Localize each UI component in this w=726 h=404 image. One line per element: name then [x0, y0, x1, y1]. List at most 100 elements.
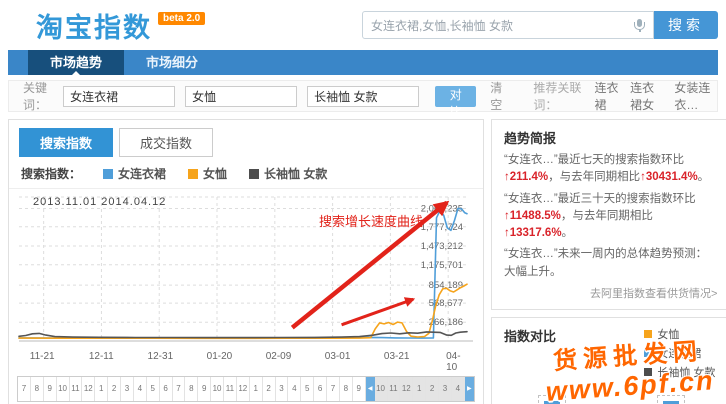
- legend-swatch-orange: [188, 169, 198, 179]
- timeline-month[interactable]: 4月: [288, 377, 301, 401]
- legend-item-3[interactable]: 长袖恤 女款: [249, 165, 327, 182]
- legend-item-label: 长袖恤 女款: [264, 165, 327, 182]
- nav-item-market-segment[interactable]: 市场细分: [124, 50, 220, 75]
- microphone-icon[interactable]: [637, 19, 642, 27]
- chart-annotation: 搜索增长速度曲线: [319, 211, 423, 230]
- svg-text:1,175,701: 1,175,701: [421, 260, 463, 271]
- compare-legend-label: 女恤: [657, 326, 679, 342]
- timeline-month[interactable]: 5月: [147, 377, 160, 401]
- compare-bar-reference: [538, 395, 566, 404]
- x-axis-label: 02-09: [266, 351, 292, 362]
- timeline-month[interactable]: 8月: [31, 377, 44, 401]
- timeline-month[interactable]: 6月: [314, 377, 327, 401]
- timeline-month[interactable]: 8月: [340, 377, 353, 401]
- compare-legend-item-1: 女恤: [644, 326, 715, 342]
- suggest-link-1[interactable]: 连衣裙: [595, 79, 621, 113]
- timeline-month[interactable]: 1月: [413, 377, 426, 401]
- x-axis-label: 03-21: [384, 351, 410, 362]
- sidebar: 趋势简报 “女连衣…”最近七天的搜索指数环比↑211.4%，与去年同期相比↑30…: [491, 119, 726, 404]
- chart-legend: 搜索指数： 女连衣裙 女恤 长袖恤 女款: [9, 157, 483, 189]
- trend-brief-paragraph: “女连衣…”最近七天的搜索指数环比↑211.4%，与去年同期相比↑30431.4…: [504, 152, 717, 187]
- x-axis-label: 12-31: [148, 351, 174, 362]
- compare-bar-group: -53%-95%最近七天: [506, 379, 599, 404]
- suggest-link-2[interactable]: 连衣裙女: [630, 79, 664, 113]
- timeline-month[interactable]: 10月: [375, 377, 388, 401]
- keyword-input-3[interactable]: [307, 86, 419, 107]
- x-axis-label: 12-11: [89, 351, 114, 362]
- timeline-month[interactable]: 10月: [57, 377, 70, 401]
- compare-legend-item-2: 女连衣裙: [644, 345, 715, 361]
- timeline-month[interactable]: 12月: [82, 377, 95, 401]
- timeline-month[interactable]: 9月: [198, 377, 211, 401]
- timeline-handle-left[interactable]: ◀: [366, 377, 375, 401]
- index-compare-box: 指数对比 女恤 女连衣裙 长袖恤 女款 -53%-95%最近七天-: [491, 317, 726, 404]
- timeline-month[interactable]: 2月: [263, 377, 276, 401]
- keyword-bar: 关键词： 对比 清空 推荐关联词： 连衣裙 连衣裙女 女装连衣…: [8, 80, 718, 112]
- timeline-month[interactable]: 8月: [185, 377, 198, 401]
- legend-swatch-blue: [103, 169, 113, 179]
- legend-item-label: 女恤: [203, 165, 227, 182]
- compare-legend-label: 长袖恤 女款: [657, 364, 715, 380]
- timeline-month[interactable]: 3月: [276, 377, 289, 401]
- compare-bar-reference: [657, 395, 685, 404]
- timeline-month[interactable]: 3月: [439, 377, 452, 401]
- suggest-label: 推荐关联词：: [533, 79, 584, 113]
- timeline-month[interactable]: 6月: [160, 377, 173, 401]
- compare-legend-label: 女连衣裙: [657, 345, 701, 361]
- x-axis-labels: 11-2112-1112-3101-2002-0903-0103-2104-10: [17, 351, 475, 366]
- timeline-month[interactable]: 7月: [327, 377, 340, 401]
- trend-brief-box: 趋势简报 “女连衣…”最近七天的搜索指数环比↑211.4%，与去年同期相比↑30…: [491, 119, 726, 310]
- timeline-month[interactable]: 5月: [301, 377, 314, 401]
- timeline-month[interactable]: 4月: [452, 377, 465, 401]
- tab-deal-index[interactable]: 成交指数: [119, 128, 213, 157]
- x-axis-label: 04-10: [446, 351, 465, 373]
- tab-search-index[interactable]: 搜索指数: [19, 128, 113, 157]
- trend-brief-paragraph: “女连衣…”未来一周内的总体趋势预测：大幅上升。: [504, 246, 717, 281]
- app-logo: 淘宝指数: [36, 6, 152, 45]
- search-input[interactable]: [362, 11, 654, 39]
- legend-item-2[interactable]: 女恤: [188, 165, 227, 182]
- timeline-month[interactable]: 12月: [237, 377, 250, 401]
- trend-brief-title: 趋势简报: [504, 128, 717, 147]
- svg-text:1,473,212: 1,473,212: [421, 241, 463, 252]
- content: 搜索指数 成交指数 搜索指数： 女连衣裙 女恤 长袖恤 女款: [8, 119, 718, 404]
- timeline-month[interactable]: 7月: [173, 377, 186, 401]
- timeline-month[interactable]: 12月: [400, 377, 413, 401]
- x-axis-label: 01-20: [207, 351, 233, 362]
- clear-link[interactable]: 清空: [490, 79, 507, 113]
- timeline-month[interactable]: 1月: [95, 377, 108, 401]
- compare-swatch-orange: [644, 330, 652, 338]
- timeline-month[interactable]: 11月: [388, 377, 401, 401]
- timeline-handle-right[interactable]: ▶: [465, 377, 474, 401]
- compare-legend-item-3: 长袖恤 女款: [644, 364, 715, 380]
- legend-label: 搜索指数：: [21, 165, 81, 182]
- compare-button[interactable]: 对比: [435, 86, 476, 107]
- search-button[interactable]: 搜索: [654, 11, 718, 39]
- svg-text:1,777,724: 1,777,724: [421, 222, 463, 233]
- suggest-link-3[interactable]: 女装连衣…: [674, 79, 717, 113]
- timeline-month[interactable]: 1月: [250, 377, 263, 401]
- nav-item-market-trend[interactable]: 市场趋势: [28, 50, 124, 75]
- trend-brief-paragraph: “女连衣…”最近三十天的搜索指数环比↑11488.5%，与去年同期相比↑1331…: [504, 191, 717, 243]
- compare-swatch-dark: [644, 368, 652, 376]
- timeline-month[interactable]: 10月: [211, 377, 224, 401]
- timeline-month[interactable]: 11月: [70, 377, 83, 401]
- ali-index-link[interactable]: 去阿里指数查看供货情况>: [504, 285, 717, 301]
- keyword-input-2[interactable]: [185, 86, 297, 107]
- keyword-input-1[interactable]: [63, 86, 175, 107]
- timeline-track[interactable]: 7月8月9月10月11月12月1月2月3月4月5月6月7月8月9月10月11月1…: [17, 376, 475, 402]
- main-nav: 市场趋势 市场细分: [8, 50, 718, 75]
- timeline-month[interactable]: 2月: [108, 377, 121, 401]
- timeline-month[interactable]: 11月: [224, 377, 237, 401]
- chart-panel: 搜索指数 成交指数 搜索指数： 女连衣裙 女恤 长袖恤 女款: [8, 119, 484, 404]
- timeline-month[interactable]: 2月: [426, 377, 439, 401]
- timeline-month[interactable]: 9月: [353, 377, 366, 401]
- legend-swatch-dark: [249, 169, 259, 179]
- timeline-month[interactable]: 4月: [134, 377, 147, 401]
- timeline-month[interactable]: 3月: [121, 377, 134, 401]
- compare-legend: 女恤 女连衣裙 长袖恤 女款: [644, 326, 715, 383]
- legend-item-1[interactable]: 女连衣裙: [103, 165, 166, 182]
- beta-badge: beta 2.0: [158, 12, 205, 25]
- timeline-month[interactable]: 9月: [44, 377, 57, 401]
- timeline-month[interactable]: 7月: [18, 377, 31, 401]
